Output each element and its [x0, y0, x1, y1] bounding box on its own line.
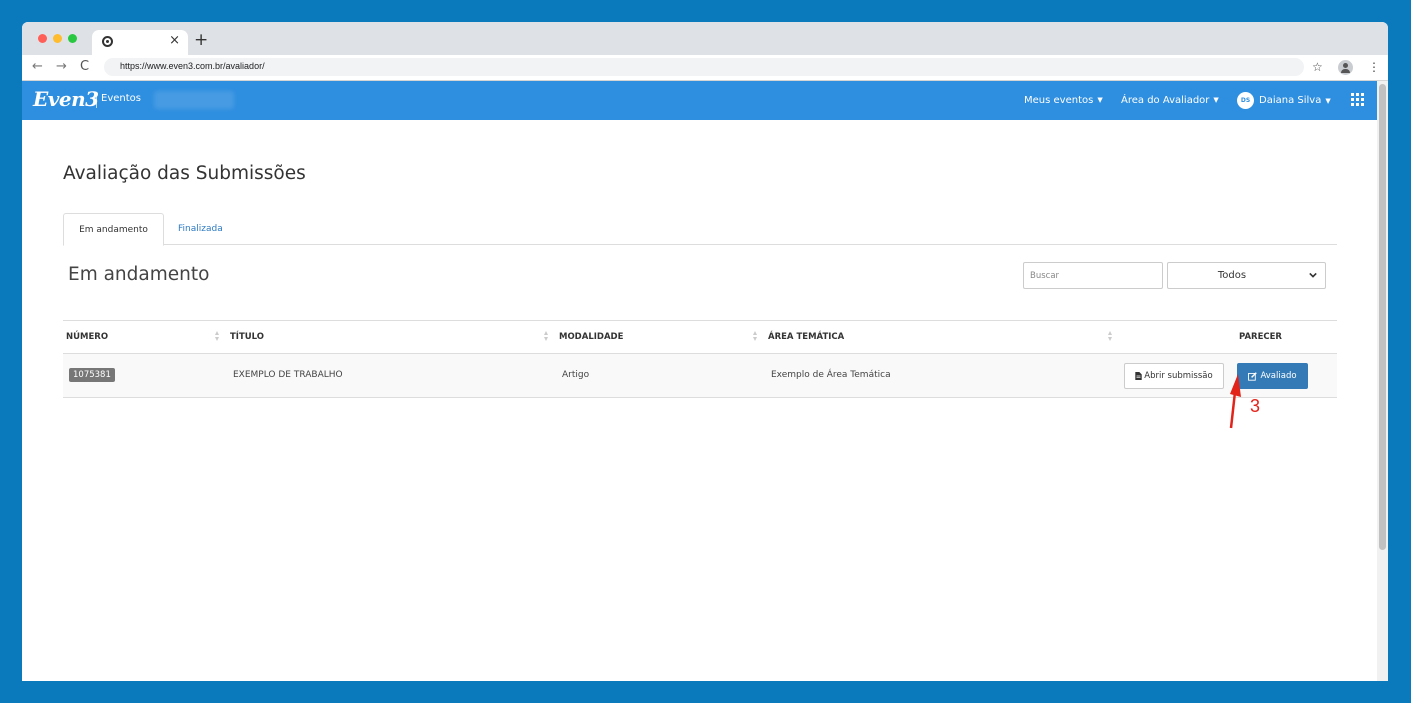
tab-em-andamento[interactable]: Em andamento	[63, 213, 164, 246]
caret-down-icon: ▼	[1213, 96, 1219, 104]
filter-select[interactable]: Todos	[1167, 262, 1326, 289]
open-submission-label: Abrir submissão	[1144, 371, 1213, 381]
close-window-button[interactable]	[38, 34, 47, 43]
sort-icon[interactable]	[753, 331, 758, 342]
logo-divider	[96, 92, 97, 108]
back-icon[interactable]: ←	[32, 59, 43, 75]
section-title: Em andamento	[68, 264, 210, 285]
evaluated-button-label: Avaliado	[1260, 371, 1297, 381]
chrome-icon	[102, 36, 113, 47]
minimize-window-button[interactable]	[53, 34, 62, 43]
nav-area-avaliador[interactable]: Área do Avaliador ▼	[1121, 95, 1219, 106]
open-submission-button[interactable]: Abrir submissão	[1124, 363, 1224, 389]
submissions-table: NÚMERO TÍTULO MODALIDADE ÁREA TEMÁTICA P…	[63, 320, 1337, 398]
edit-icon	[1248, 371, 1258, 381]
sort-icon[interactable]	[1108, 331, 1113, 342]
status-tabs: Em andamento Finalizada	[63, 213, 1337, 246]
page-title: Avaliação das Submissões	[63, 163, 306, 184]
scrollbar-thumb[interactable]	[1379, 84, 1386, 550]
chevron-down-icon	[1309, 272, 1317, 278]
browser-toolbar: ← → C https://www.even3.com.br/avaliador…	[22, 55, 1388, 81]
file-icon	[1135, 372, 1142, 380]
cell-modalidade: Artigo	[562, 370, 590, 380]
submission-number-badge: 1075381	[69, 368, 115, 382]
evaluated-button[interactable]: Avaliado	[1237, 363, 1308, 389]
scrollbar[interactable]	[1377, 81, 1388, 681]
header-numero[interactable]: NÚMERO	[66, 332, 108, 342]
address-bar[interactable]: https://www.even3.com.br/avaliador/	[104, 58, 1304, 76]
even3-logo[interactable]: Even3	[33, 87, 99, 111]
maximize-window-button[interactable]	[68, 34, 77, 43]
tab-finalizada[interactable]: Finalizada	[164, 213, 237, 245]
filter-select-value: Todos	[1217, 270, 1247, 281]
blurred-region	[154, 91, 234, 109]
caret-down-icon: ▼	[1325, 96, 1331, 105]
sort-icon[interactable]	[544, 331, 549, 342]
app-header: Even3 Eventos Meus eventos ▼ Área do Aval…	[22, 81, 1377, 120]
nav-meus-eventos-label: Meus eventos	[1024, 95, 1094, 106]
header-area-tematica[interactable]: ÁREA TEMÁTICA	[768, 332, 844, 342]
caret-down-icon: ▼	[1097, 96, 1103, 104]
cell-area-tematica: Exemplo de Área Temática	[771, 370, 891, 380]
table-header: NÚMERO TÍTULO MODALIDADE ÁREA TEMÁTICA P…	[63, 320, 1337, 354]
browser-window: × + ← → C https://www.even3.com.br/avali…	[22, 22, 1388, 681]
annotation-label: 3	[1250, 396, 1261, 416]
page-viewport: Even3 Eventos Meus eventos ▼ Área do Aval…	[22, 81, 1388, 681]
tab-close-icon[interactable]: ×	[169, 33, 180, 48]
annotation-arrow-icon	[1229, 374, 1241, 429]
search-input[interactable]	[1023, 262, 1163, 289]
forward-icon[interactable]: →	[56, 59, 67, 75]
avatar: DS	[1237, 92, 1254, 109]
user-name: Daiana Silva	[1259, 95, 1322, 106]
reload-icon[interactable]: C	[80, 59, 89, 75]
browser-tab[interactable]: ×	[92, 30, 188, 55]
logo-subtitle: Eventos	[101, 93, 141, 104]
tab-strip: × +	[22, 22, 1388, 55]
profile-icon[interactable]	[1338, 60, 1353, 75]
header-parecer: PARECER	[1239, 332, 1282, 342]
header-titulo[interactable]: TÍTULO	[230, 332, 264, 342]
bookmark-star-icon[interactable]: ☆	[1312, 59, 1323, 75]
nav-meus-eventos[interactable]: Meus eventos ▼	[1024, 95, 1103, 106]
header-modalidade[interactable]: MODALIDADE	[559, 332, 623, 342]
address-bar-url: https://www.even3.com.br/avaliador/	[120, 61, 265, 71]
browser-menu-icon[interactable]: ⋮	[1368, 59, 1380, 75]
nav-user-menu[interactable]: DS Daiana Silva ▼	[1237, 92, 1331, 109]
sort-icon[interactable]	[215, 331, 220, 342]
cell-titulo: EXEMPLO DE TRABALHO	[233, 370, 343, 380]
table-row: 1075381 EXEMPLO DE TRABALHO Artigo Exemp…	[63, 354, 1337, 398]
nav-area-avaliador-label: Área do Avaliador	[1121, 95, 1210, 106]
apps-grid-icon[interactable]	[1351, 93, 1364, 106]
new-tab-button[interactable]: +	[194, 30, 208, 50]
